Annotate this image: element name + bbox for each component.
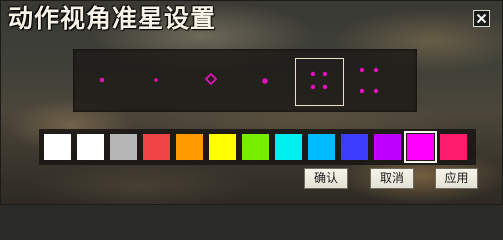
crosshair-option-four-dots-large[interactable] bbox=[344, 49, 404, 112]
medium-dot-crosshair-icon bbox=[262, 78, 268, 84]
color-swatch[interactable] bbox=[308, 134, 335, 160]
crosshair-option-medium-dot[interactable] bbox=[237, 49, 291, 112]
color-swatch[interactable] bbox=[440, 134, 467, 160]
color-swatch[interactable] bbox=[242, 134, 269, 160]
crosshair-settings-window: 动作视角准星设置 确认 取消 应用 bbox=[0, 0, 503, 205]
selected-crosshair-frame bbox=[295, 58, 344, 106]
color-swatch[interactable] bbox=[209, 134, 236, 160]
crosshair-option-diamond[interactable] bbox=[185, 49, 237, 112]
crosshair-style-preview bbox=[73, 49, 417, 112]
color-swatch[interactable] bbox=[110, 134, 137, 160]
tiny-dot-crosshair-icon bbox=[154, 78, 158, 82]
wide-four-dot-crosshair-icon bbox=[359, 67, 379, 94]
apply-button[interactable]: 应用 bbox=[435, 168, 478, 189]
color-swatch[interactable] bbox=[374, 134, 401, 160]
confirm-button[interactable]: 确认 bbox=[304, 168, 348, 189]
color-swatch[interactable] bbox=[176, 134, 203, 160]
color-swatch[interactable] bbox=[44, 134, 71, 160]
close-button[interactable] bbox=[473, 10, 490, 27]
color-swatch[interactable] bbox=[275, 134, 302, 160]
single-dot-crosshair-icon bbox=[99, 77, 105, 83]
color-swatch[interactable] bbox=[77, 134, 104, 160]
window-title: 动作视角准星设置 bbox=[8, 4, 217, 33]
color-swatch[interactable] bbox=[404, 131, 437, 163]
color-swatch[interactable] bbox=[341, 134, 368, 160]
close-icon bbox=[476, 13, 487, 24]
color-swatch[interactable] bbox=[143, 134, 170, 160]
crosshair-option-tiny-dot[interactable] bbox=[125, 49, 185, 112]
crosshair-option-small-dot[interactable] bbox=[73, 49, 125, 112]
diamond-crosshair-icon bbox=[204, 72, 218, 86]
color-palette bbox=[39, 129, 476, 165]
cancel-button[interactable]: 取消 bbox=[370, 168, 414, 189]
